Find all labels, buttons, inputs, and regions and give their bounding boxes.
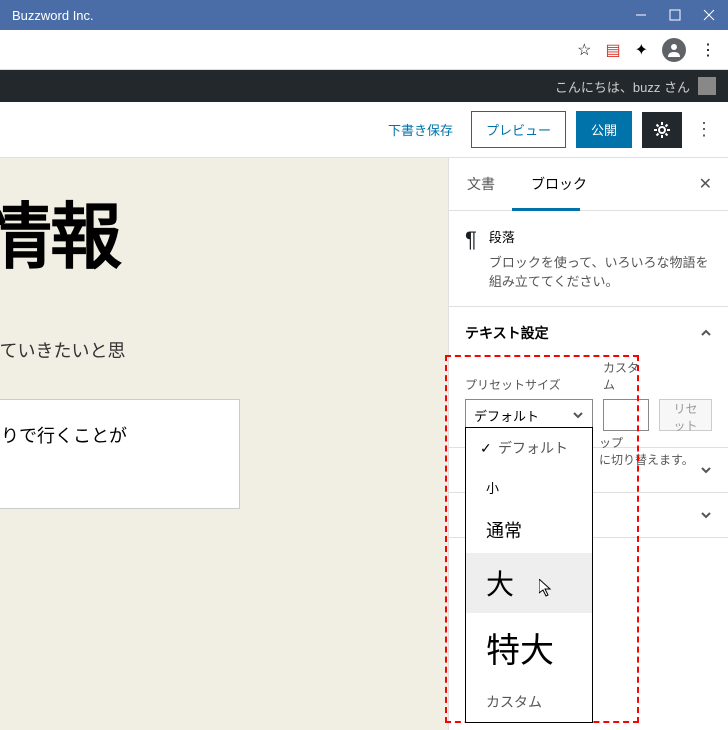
window-titlebar: Buzzword Inc.	[0, 0, 728, 30]
extension-icon[interactable]: ▤	[605, 40, 620, 60]
text-settings-header[interactable]: テキスト設定	[449, 307, 728, 359]
option-xlarge[interactable]: 特大	[466, 613, 592, 682]
profile-avatar-icon[interactable]	[662, 38, 686, 62]
block-type-name: 段落	[489, 227, 712, 246]
reset-button[interactable]: リセット	[659, 399, 712, 431]
tab-document[interactable]: 文書	[449, 158, 513, 210]
user-avatar-icon[interactable]	[698, 77, 716, 95]
cursor-icon	[539, 579, 555, 599]
minimize-icon[interactable]	[634, 8, 648, 22]
chevron-down-icon	[572, 409, 584, 421]
publish-button[interactable]: 公開	[576, 111, 632, 148]
save-draft-button[interactable]: 下書き保存	[380, 112, 461, 147]
check-icon: ✓	[480, 440, 492, 457]
option-small[interactable]: 小	[466, 468, 592, 507]
settings-sidebar: 文書 ブロック ✕ ¶ 段落 ブロックを使って、いろいろな物語を組み立ててくださ…	[448, 158, 728, 730]
chevron-down-icon	[700, 464, 712, 476]
wp-admin-bar: こんにちは、buzz さん	[0, 70, 728, 102]
browser-toolbar: ☆ ▤ ✦ ⋮	[0, 30, 728, 70]
option-large[interactable]: 大	[466, 553, 592, 613]
extensions-puzzle-icon[interactable]: ✦	[635, 40, 648, 60]
maximize-icon[interactable]	[668, 8, 682, 22]
editor-toolbar: 下書き保存 プレビュー 公開 ⋮	[0, 102, 728, 158]
select-value: デフォルト	[474, 406, 539, 425]
sidebar-tabs: 文書 ブロック ✕	[449, 158, 728, 211]
text-settings-panel: テキスト設定 プリセットサイズ デフォルト カスタム	[449, 307, 728, 448]
bookmark-star-icon[interactable]: ☆	[577, 40, 591, 60]
window-title: Buzzword Inc.	[12, 8, 634, 23]
block-description: ブロックを使って、いろいろな物語を組み立ててください。	[489, 252, 712, 290]
settings-button[interactable]	[642, 112, 682, 148]
page-title[interactable]: ー情報	[0, 178, 448, 283]
helper-text: ップ に切り替えます。	[599, 434, 694, 468]
custom-size-label: カスタム	[603, 359, 649, 393]
editor-canvas[interactable]: ー情報 から発信していきたいと思 すが日帰りで行くことが きます。	[0, 158, 448, 730]
browser-menu-icon[interactable]: ⋮	[700, 40, 716, 60]
option-custom[interactable]: カスタム	[466, 682, 592, 722]
gear-icon	[652, 120, 672, 140]
sidebar-close-button[interactable]: ✕	[683, 158, 728, 210]
preset-size-dropdown: ✓ デフォルト 小 通常 大 特大 カスタム	[465, 427, 593, 723]
close-icon[interactable]	[702, 8, 716, 22]
block-info-panel: ¶ 段落 ブロックを使って、いろいろな物語を組み立ててください。	[449, 211, 728, 307]
more-options-button[interactable]: ⋮	[692, 119, 716, 140]
tab-block[interactable]: ブロック	[513, 158, 605, 210]
custom-size-input[interactable]	[603, 399, 649, 431]
chevron-down-icon	[700, 509, 712, 521]
block-line: すが日帰りで行くことが	[0, 418, 221, 454]
paragraph-icon: ¶	[465, 227, 477, 290]
preset-size-label: プリセットサイズ	[465, 376, 593, 393]
preview-button[interactable]: プレビュー	[471, 111, 566, 148]
selected-block[interactable]: すが日帰りで行くことが きます。	[0, 399, 240, 509]
option-default[interactable]: ✓ デフォルト	[466, 428, 592, 468]
content-paragraph[interactable]: から発信していきたいと思	[0, 333, 448, 369]
option-normal[interactable]: 通常	[466, 507, 592, 553]
greeting-text: こんにちは、buzz さん	[555, 77, 690, 96]
chevron-up-icon	[700, 327, 712, 339]
block-line: きます。	[0, 454, 221, 490]
panel-title: テキスト設定	[465, 323, 549, 343]
